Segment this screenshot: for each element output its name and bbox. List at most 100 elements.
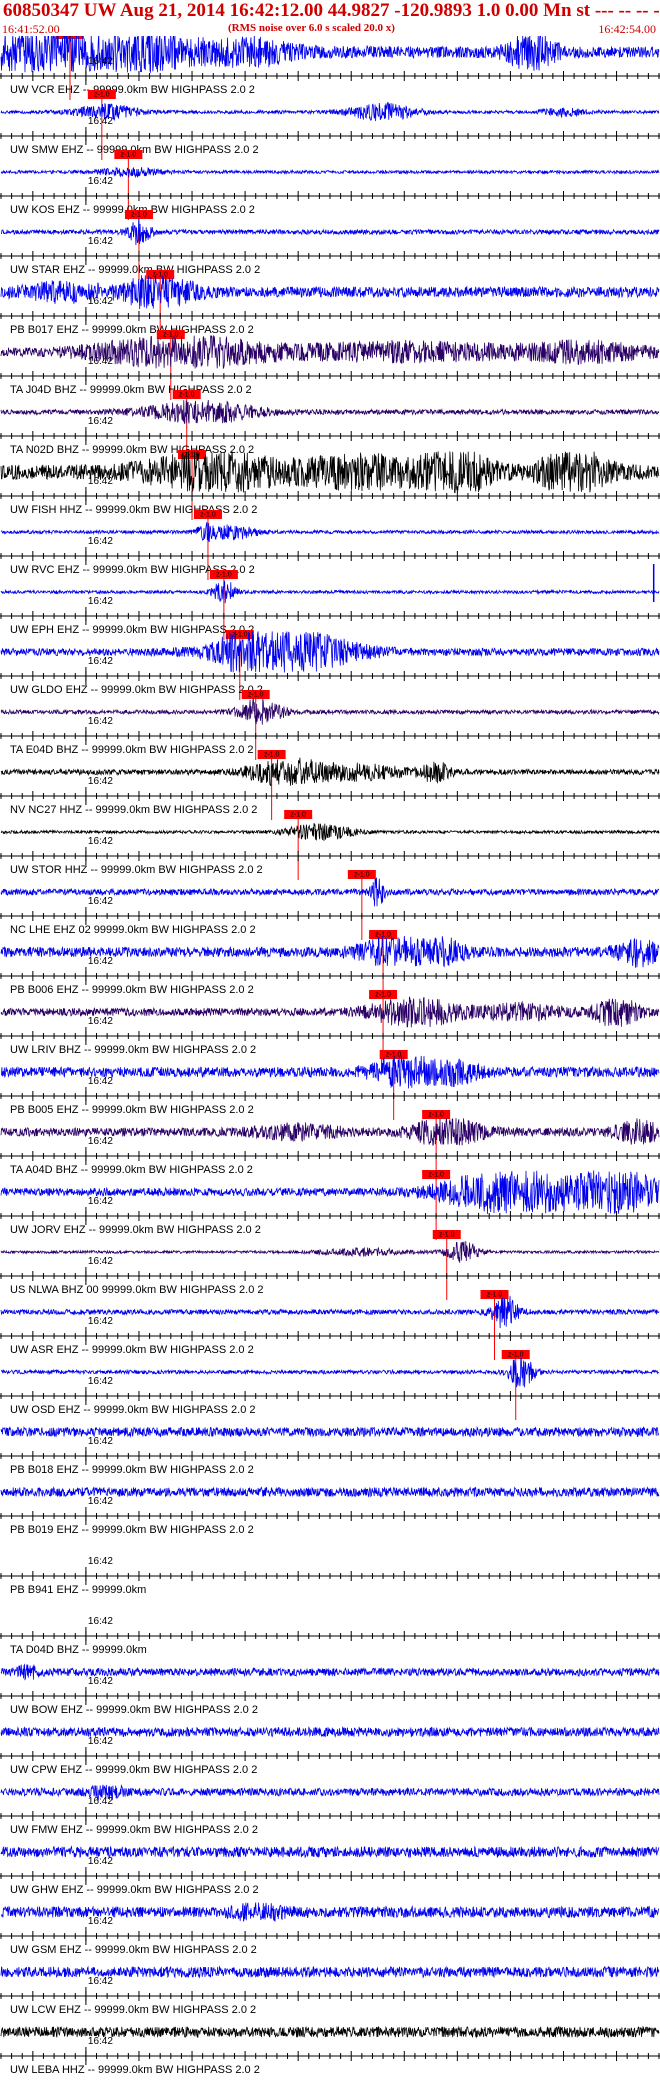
- trace-row: z-1.0 16:42 UW GLDO EHZ -- 99999.0km BW HI…: [0, 630, 660, 700]
- minute-tick-label: 16:42: [88, 896, 113, 907]
- minute-tick-label: 16:42: [88, 1856, 113, 1867]
- seismogram-plot: z-1.0 16:42 UW VCR EHZ -- 99999.0km BW HIG…: [0, 30, 660, 2078]
- minute-tick-label: 16:42: [88, 1076, 113, 1087]
- waveform-trace: [0, 31, 660, 73]
- minute-tick-label: 16:42: [88, 176, 113, 187]
- trace-row: 16:42 TA D04D BHZ -- 99999.0km: [0, 1616, 660, 1656]
- trace-row: z-1.0 16:42 NV NC27 HHZ -- 99999.0km BW HI…: [0, 750, 660, 820]
- waveform-trace: [0, 1170, 660, 1215]
- pick-label: z-1.0: [375, 992, 391, 999]
- minute-tick-label: 16:42: [88, 1256, 113, 1267]
- minute-tick-label: 16:42: [88, 116, 113, 127]
- trace-row: z-1.0 16:42 PB B017 EHZ -- 99999.0km BW HI…: [0, 270, 660, 340]
- station-label: UW CPW EHZ -- 99999.0km BW HIGHPASS 2.0 …: [10, 1764, 257, 1776]
- trace-row: 16:42 UW LEBA HHZ -- 99999.0km BW HIGHPAS…: [0, 2025, 660, 2076]
- pick-label: z-1.0: [290, 812, 306, 819]
- trace-row: 16:42 PB B019 EHZ -- 99999.0km BW HIGHPAS…: [0, 1486, 660, 1536]
- pick-label: z-1.0: [428, 1112, 444, 1119]
- record-section-svg: z-1.0 16:42 UW VCR EHZ -- 99999.0km BW HIG…: [0, 30, 660, 2076]
- pick-label: z-1.0: [375, 932, 391, 939]
- trace-row: z-1.0 16:42 UW STAR EHZ -- 99999.0km BW HI…: [0, 210, 660, 280]
- trace-row: z-1.0 16:42 US NLWA BHZ 00 99999.0km BW HI…: [0, 1230, 660, 1300]
- minute-tick-label: 16:42: [88, 1016, 113, 1027]
- trace-row: z-1.0 16:42 UW STOR HHZ -- 99999.0km BW HI…: [0, 810, 660, 880]
- minute-tick-label: 16:42: [88, 1676, 113, 1687]
- station-label: UW OSD EHZ -- 99999.0km BW HIGHPASS 2.0 …: [10, 1404, 256, 1416]
- pick-label: z-1.0: [487, 1292, 503, 1299]
- trace-row: z-1.016:42UW FISH HHZ -- 99999.0km BW HI…: [0, 450, 660, 520]
- station-label: PB B941 EHZ -- 99999.0km: [10, 1584, 146, 1596]
- station-label: UW GHW EHZ -- 99999.0km BW HIGHPASS 2.0 …: [10, 1884, 259, 1896]
- minute-tick-label: 16:42: [88, 716, 113, 727]
- minute-tick-label: 16:42: [88, 1976, 113, 1987]
- minute-tick-label: 16:42: [88, 1376, 113, 1387]
- station-label: PB B019 EHZ -- 99999.0km BW HIGHPASS 2.0…: [10, 1524, 254, 1536]
- trace-row: z-1.0 16:42 PB B005 EHZ -- 99999.0km BW HI…: [0, 1050, 660, 1120]
- station-label: US NLWA BHZ 00 99999.0km BW HIGHPASS 2.0…: [10, 1284, 264, 1296]
- pick-label: z-1.0: [232, 632, 248, 639]
- minute-tick-label: 16:42: [88, 236, 113, 247]
- scaling-subtitle: (RMS noise over 6.0 s scaled 20.0 x): [228, 22, 395, 34]
- pick-label: z-1.0: [354, 872, 370, 879]
- pick-label: z-1.0: [179, 392, 195, 399]
- pick-label: z-1.0: [94, 92, 110, 99]
- trace-row: z-1.0 16:42 PB B006 EHZ -- 99999.0km BW HI…: [0, 930, 660, 1000]
- minute-tick-label: 16:42: [88, 356, 113, 367]
- station-label: UW STOR HHZ -- 99999.0km BW HIGHPASS 2.0…: [10, 864, 263, 876]
- trace-row: z-1.016:42UW SMW EHZ -- 99999.0km BW HIG…: [0, 90, 660, 160]
- trace-row: z-1.0 16:42 TA N02D BHZ -- 99999.0km BW HI…: [0, 390, 660, 460]
- minute-tick-label: 16:42: [88, 1736, 113, 1747]
- plot-header: 60850347 UW Aug 21, 2014 16:42:12.00 44.…: [0, 0, 660, 36]
- minute-tick-label: 16:42: [88, 1556, 113, 1567]
- pick-label: z-1.0: [248, 692, 264, 699]
- pick-label: z-1.0: [131, 212, 147, 219]
- station-label: UW GLDO EHZ -- 99999.0km BW HIGHPASS 2.0…: [10, 684, 263, 696]
- trace-row: z-1.0 16:42 UW JORV EHZ -- 99999.0km BW HI…: [0, 1170, 660, 1240]
- minute-tick-label: 16:42: [88, 1316, 113, 1327]
- minute-tick-label: 16:42: [88, 1916, 113, 1927]
- station-label: PB B017 EHZ -- 99999.0km BW HIGHPASS 2.0…: [10, 324, 254, 336]
- trace-row: 16:42 UW GSM EHZ -- 99999.0km BW HIGHPASS…: [0, 1902, 660, 1956]
- station-label: UW STAR EHZ -- 99999.0km BW HIGHPASS 2.0…: [10, 264, 260, 276]
- event-title: 60850347 UW Aug 21, 2014 16:42:12.00 44.…: [3, 0, 660, 21]
- pick-label: z-1.0: [121, 152, 137, 159]
- trace-row: z-1.016:42UW KOS EHZ -- 99999.0km BW HIG…: [0, 150, 660, 220]
- trace-row: z-1.0 16:42 UW ASR EHZ -- 99999.0km BW HIG…: [0, 1290, 660, 1360]
- end-time-label: 16:42:54.00: [598, 22, 656, 36]
- station-label: UW LRIV BHZ -- 99999.0km BW HIGHPASS 2.0…: [10, 1044, 256, 1056]
- minute-tick-label: 16:42: [88, 836, 113, 847]
- station-label: UW LEBA HHZ -- 99999.0km BW HIGHPASS 2.0…: [10, 2064, 260, 2076]
- station-label: TA N02D BHZ -- 99999.0km BW HIGHPASS 2.0…: [10, 444, 254, 456]
- pick-label: z-1.0: [216, 572, 232, 579]
- trace-row: z-1.0 16:42 TA J04D BHZ -- 99999.0km BW HI…: [0, 330, 660, 400]
- trace-row: z-1.0 16:42 TA E04D BHZ -- 99999.0km BW HI…: [0, 690, 660, 760]
- station-label: NC LHE EHZ 02 99999.0km BW HIGHPASS 2.0 …: [10, 924, 256, 936]
- station-label: UW BOW EHZ -- 99999.0km BW HIGHPASS 2.0 …: [10, 1704, 258, 1716]
- station-label: TA D04D BHZ -- 99999.0km: [10, 1644, 147, 1656]
- minute-tick-label: 16:42: [88, 956, 113, 967]
- station-label: TA E04D BHZ -- 99999.0km BW HIGHPASS 2.0…: [10, 744, 254, 756]
- station-label: PB B005 EHZ -- 99999.0km BW HIGHPASS 2.0…: [10, 1104, 254, 1116]
- minute-tick-label: 16:42: [88, 776, 113, 787]
- trace-row: 16:42 PB B941 EHZ -- 99999.0km: [0, 1556, 660, 1596]
- trace-row: 16:42 UW LCW EHZ -- 99999.0km BW HIGHPASS…: [0, 1965, 660, 2016]
- pick-label: z-1.0: [508, 1352, 524, 1359]
- pick-label: z-1.0: [428, 1172, 444, 1179]
- station-label: UW JORV EHZ -- 99999.0km BW HIGHPASS 2.0…: [10, 1224, 261, 1236]
- station-label: TA A04D BHZ -- 99999.0km BW HIGHPASS 2.0…: [10, 1164, 253, 1176]
- station-label: UW FMW EHZ -- 99999.0km BW HIGHPASS 2.0 …: [10, 1824, 258, 1836]
- trace-row: 16:42 UW FMW EHZ -- 99999.0km BW HIGHPASS…: [0, 1783, 660, 1836]
- minute-tick-label: 16:42: [88, 1496, 113, 1507]
- minute-tick-label: 16:42: [88, 2036, 113, 2047]
- station-label: UW EPH EHZ -- 99999.0km BW HIGHPASS 2.0 …: [10, 624, 254, 636]
- trace-row: 16:42 PB B018 EHZ -- 99999.0km BW HIGHPAS…: [0, 1426, 660, 1476]
- minute-tick-label: 16:42: [88, 1136, 113, 1147]
- pick-label: z-1.0: [264, 752, 280, 759]
- minute-tick-label: 16:42: [88, 416, 113, 427]
- trace-row: z-1.016:42UW RVC EHZ -- 99999.0km BW HIG…: [0, 510, 660, 580]
- station-label: UW VCR EHZ -- 99999.0km BW HIGHPASS 2.0 …: [10, 84, 255, 96]
- station-label: UW LCW EHZ -- 99999.0km BW HIGHPASS 2.0 …: [10, 2004, 256, 2016]
- station-label: TA J04D BHZ -- 99999.0km BW HIGHPASS 2.0…: [10, 384, 252, 396]
- trace-row: 16:42 UW GHW EHZ -- 99999.0km BW HIGHPASS…: [0, 1845, 660, 1896]
- trace-row: z-1.0 16:42 NC LHE EHZ 02 99999.0km BW HIG…: [0, 870, 660, 940]
